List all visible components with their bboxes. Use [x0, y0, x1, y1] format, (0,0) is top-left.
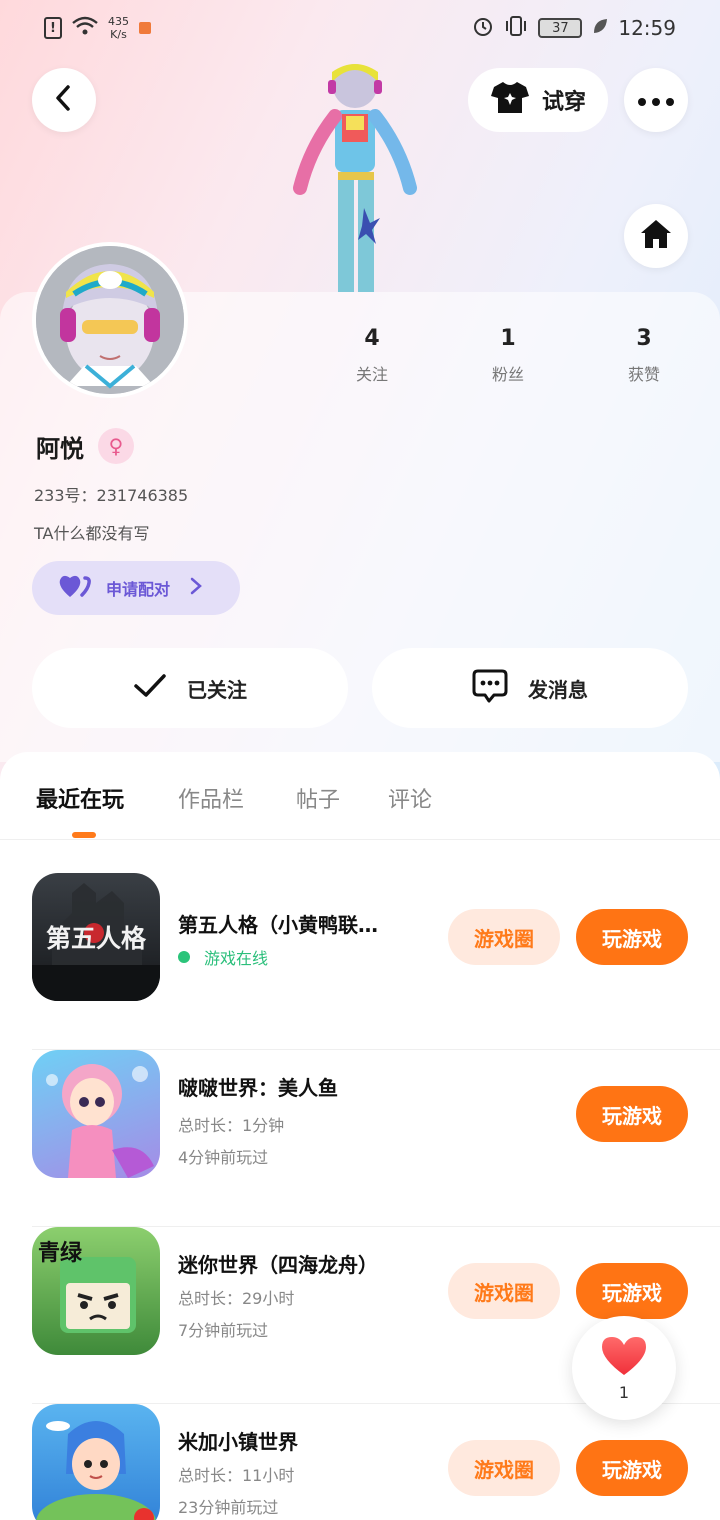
tab-bar: 最近在玩 作品栏 帖子 评论 [0, 752, 720, 840]
game-title: 迷你世界（四海龙舟） [178, 1253, 378, 1277]
try-on-label: 试穿 [541, 90, 586, 115]
home-button[interactable] [624, 204, 688, 268]
name-row: 阿悦 ♀ [36, 428, 134, 464]
play-game-button[interactable]: 玩游戏 [576, 1440, 688, 1496]
heart-icon [600, 1335, 648, 1381]
chevron-right-icon [190, 577, 202, 599]
game-circle-button[interactable]: 游戏圈 [448, 1440, 560, 1496]
network-speed-unit: K/s [110, 28, 127, 41]
game-row[interactable]: 啵啵世界：美人鱼 总时长：1分钟 4分钟前玩过 玩游戏 [32, 1050, 720, 1227]
stat-followers-value: 1 [500, 326, 516, 351]
play-game-button[interactable]: 玩游戏 [576, 1263, 688, 1319]
play-game-button[interactable]: 玩游戏 [576, 1086, 688, 1142]
send-message-label: 发消息 [528, 677, 588, 702]
game-icon-mini-world[interactable]: 青绿 [32, 1227, 160, 1355]
alarm-icon [472, 15, 494, 42]
game-duration: 总时长：1分钟 [178, 1116, 285, 1135]
tab-comments[interactable]: 评论 [388, 782, 432, 814]
user-id-label: 233号： [34, 486, 97, 505]
play-game-button[interactable]: 玩游戏 [576, 909, 688, 965]
game-duration: 总时长：29小时 [178, 1289, 295, 1308]
profile-stats: 4 关注 1 粉丝 3 获赞 [0, 326, 720, 396]
game-row[interactable]: 米加小镇世界 总时长：11小时 23分钟前玩过 游戏圈 玩游戏 [32, 1404, 720, 1520]
tshirt-icon [490, 80, 530, 120]
back-button[interactable] [32, 68, 96, 132]
game-row[interactable]: 第五人格 第五人格（小黄鸭联… 游戏在线 游戏圈 玩游戏 [32, 873, 720, 1050]
following-button[interactable]: 已关注 [32, 648, 348, 728]
notification-icon [139, 22, 151, 34]
game-title: 啵啵世界：美人鱼 [178, 1076, 338, 1100]
battery-icon: 37 [538, 18, 583, 38]
clock-time: 12:59 [618, 16, 676, 40]
game-icon-mini-world-text: 青绿 [38, 1241, 83, 1266]
request-match-button[interactable]: 申请配对 [32, 561, 240, 615]
user-id: 233号：231746385 [34, 482, 188, 506]
game-duration: 总时长：11小时 [178, 1466, 295, 1485]
game-icon-miga-town[interactable] [32, 1404, 160, 1520]
network-speed-value: 435 [108, 15, 129, 28]
stat-following-label: 关注 [355, 365, 388, 384]
avatar-3d-figure[interactable] [280, 58, 430, 292]
game-online-status: 游戏在线 [178, 945, 268, 969]
game-title: 第五人格（小黄鸭联… [178, 913, 378, 937]
double-heart-icon [58, 573, 92, 603]
profile-name: 阿悦 [36, 434, 84, 463]
game-circle-button[interactable]: 游戏圈 [448, 909, 560, 965]
user-id-value: 231746385 [96, 486, 189, 505]
stat-following-value: 4 [364, 326, 380, 351]
send-message-button[interactable]: 发消息 [372, 648, 688, 728]
tab-posts[interactable]: 帖子 [296, 782, 340, 814]
female-icon: ♀ [98, 428, 134, 464]
more-dots-icon [638, 91, 674, 110]
like-count: 1 [618, 1382, 630, 1402]
stat-likes-value: 3 [636, 326, 652, 351]
game-title: 米加小镇世界 [178, 1430, 298, 1454]
check-icon [133, 673, 167, 704]
game-online-label: 游戏在线 [204, 949, 269, 968]
home-icon [639, 218, 673, 254]
game-last-played: 7分钟前玩过 [178, 1321, 269, 1340]
profile-bio: TA什么都没有写 [34, 524, 150, 543]
request-match-label: 申请配对 [106, 580, 171, 599]
stat-followers[interactable]: 1 粉丝 [468, 326, 548, 385]
stat-likes[interactable]: 3 获赞 [604, 326, 684, 385]
game-circle-button[interactable]: 游戏圈 [448, 1263, 560, 1319]
leaf-icon [592, 16, 608, 40]
tab-recently-played[interactable]: 最近在玩 [36, 782, 124, 814]
tab-works[interactable]: 作品栏 [178, 782, 244, 814]
stat-followers-label: 粉丝 [491, 365, 524, 384]
game-last-played: 4分钟前玩过 [178, 1148, 269, 1167]
chat-bubble-icon [472, 669, 508, 708]
game-icon-identity-v-text: 第五人格 [45, 924, 146, 953]
stat-likes-label: 获赞 [627, 365, 660, 384]
online-dot-icon [178, 951, 190, 963]
like-button[interactable]: 1 [572, 1316, 676, 1420]
game-last-played: 23分钟前玩过 [178, 1498, 279, 1517]
status-bar: ! 435 K/s 37 12:59 [0, 0, 720, 56]
game-icon-identity-v[interactable]: 第五人格 [32, 873, 160, 1001]
tab-active-indicator [72, 832, 96, 838]
wifi-icon [72, 16, 98, 41]
game-icon-bobo-world[interactable] [32, 1050, 160, 1178]
following-label: 已关注 [187, 677, 247, 702]
vibrate-icon [504, 15, 528, 42]
try-on-button[interactable]: 试穿 [468, 68, 608, 132]
more-button[interactable] [624, 68, 688, 132]
alert-icon: ! [44, 17, 62, 39]
chevron-left-icon [52, 84, 76, 116]
network-speed: 435 K/s [108, 15, 129, 41]
stat-following[interactable]: 4 关注 [332, 326, 412, 385]
